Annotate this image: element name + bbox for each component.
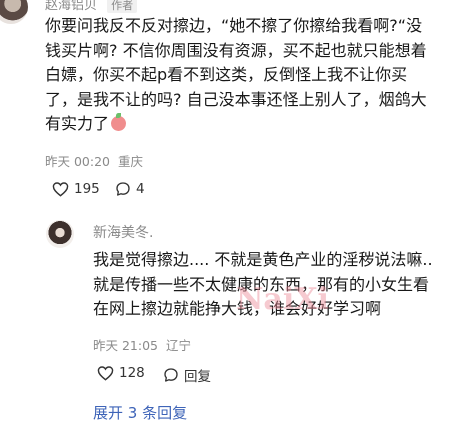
comment-line: 你要问我反不反对擦边，“她不擦了你擦给我看啊?“没 xyxy=(45,16,423,35)
comment-line: 钱买片啊? 不信你周围没有资源，买不起也就只能想着 xyxy=(45,40,427,60)
comment-reply-button[interactable]: 4 xyxy=(115,181,145,197)
comment-like-count: 195 xyxy=(74,181,100,197)
comment-line-last: 有实力了 xyxy=(45,112,457,137)
comment-line: 白嫖，你买不起p看不到这类，反倒怪上我不让你买 xyxy=(45,65,408,84)
heart-icon xyxy=(52,182,69,197)
comment-line-text: 有实力了 xyxy=(45,114,110,133)
reply-like-button[interactable]: 128 xyxy=(97,365,145,381)
watermark-text: NaiXi xyxy=(236,282,329,317)
comment-meta: 昨天 00:20 重庆 xyxy=(45,151,143,170)
commenter-avatar[interactable] xyxy=(0,0,28,24)
commenter-name[interactable]: 赵海铝贝 xyxy=(45,0,97,13)
author-badge: 作者 xyxy=(107,0,138,13)
comment-like-button[interactable]: 195 xyxy=(52,181,100,197)
comment-location: 重庆 xyxy=(117,154,143,169)
reply-time: 昨天 21:05 xyxy=(93,338,158,353)
comment-reply-count: 4 xyxy=(136,181,145,197)
chat-bubble-icon xyxy=(164,368,178,382)
reply-author-name[interactable]: 新海美冬. xyxy=(93,222,153,242)
reply-avatar[interactable] xyxy=(46,220,74,248)
commenter-name-row: 赵海铝贝 作者 xyxy=(45,0,138,13)
reply-location: 辽宁 xyxy=(165,338,191,353)
comment-time: 昨天 00:20 xyxy=(45,154,110,169)
peach-emoji-icon xyxy=(111,113,127,131)
reply-like-count: 128 xyxy=(119,365,145,381)
reply-reply-button[interactable]: 回复 xyxy=(163,365,211,385)
reply-meta: 昨天 21:05 辽宁 xyxy=(93,335,191,354)
expand-replies-link[interactable]: 展开 3 条回复 xyxy=(93,402,187,423)
comment-text: 你要问我反不反对擦边，“她不擦了你擦给我看啊?“没 钱买片啊? 不信你周围没有资… xyxy=(45,14,457,137)
reply-line: 我是觉得擦边.... 不就是黄色产业的淫秽说法嘛.. xyxy=(93,250,433,269)
heart-icon xyxy=(97,366,114,381)
reply-reply-label: 回复 xyxy=(184,369,211,385)
comment-line: 了，是我不让的吗? 自己没本事还怪上别人了，烟鸽大 xyxy=(45,89,427,109)
chat-bubble-icon xyxy=(116,182,130,196)
